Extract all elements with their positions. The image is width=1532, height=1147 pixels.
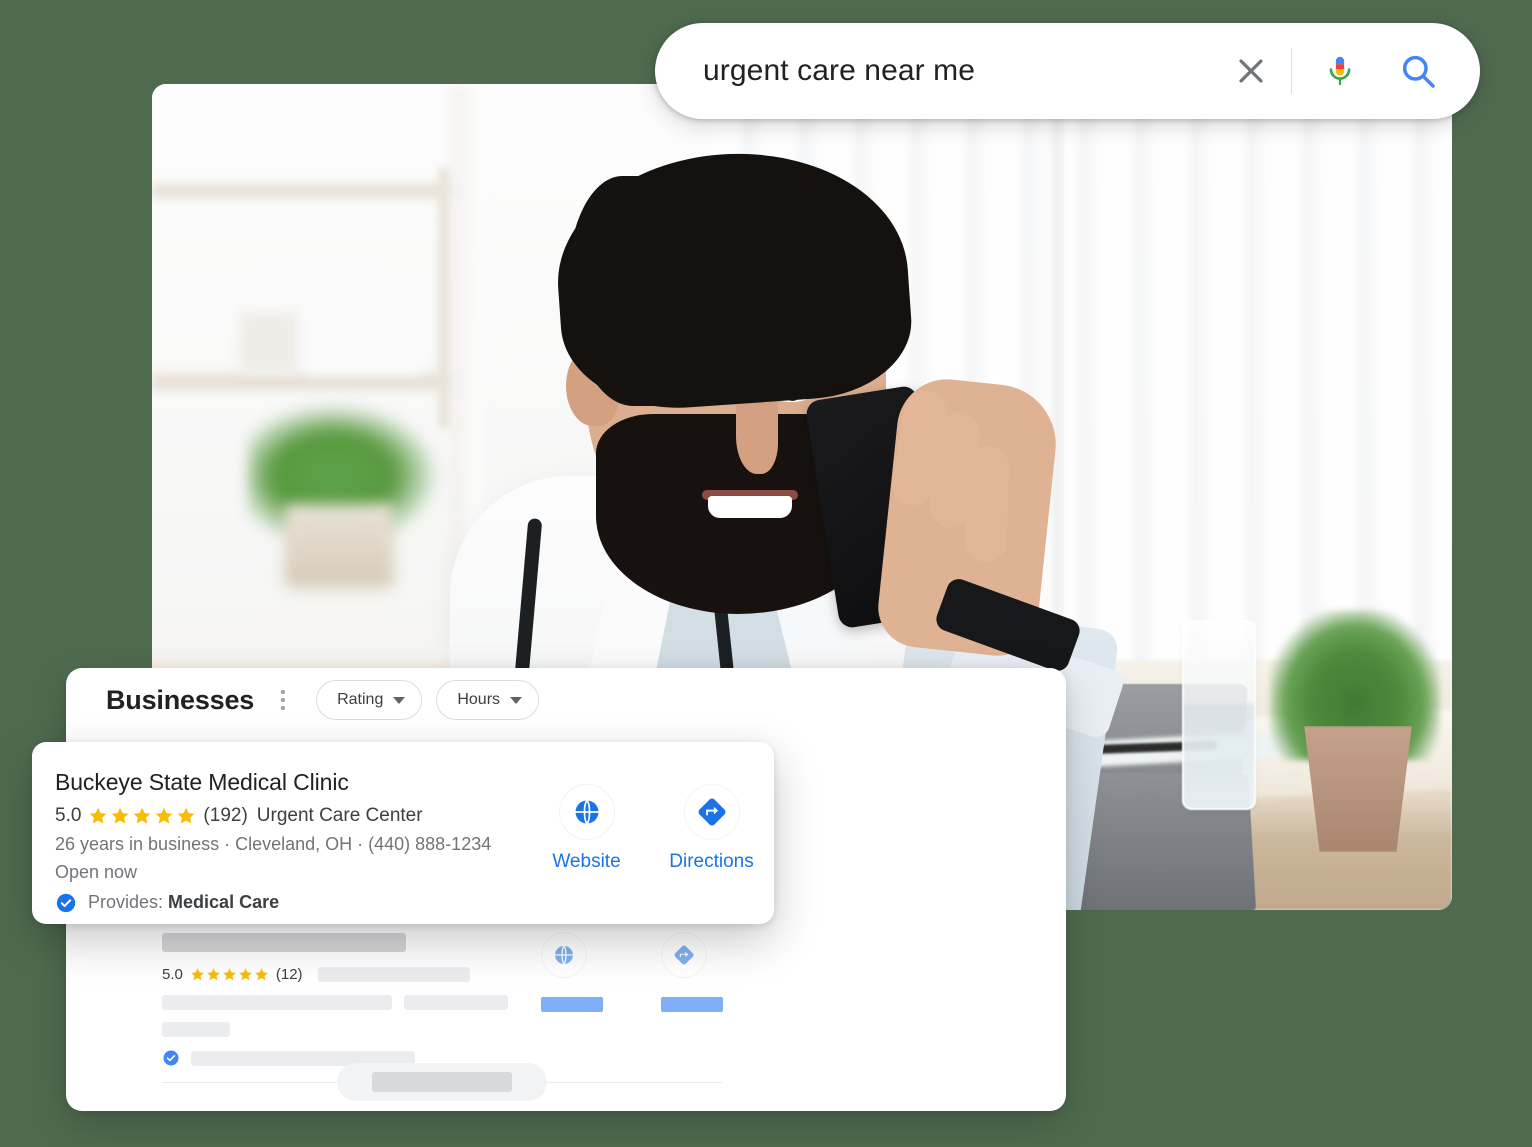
globe-icon: [558, 784, 615, 840]
star-rating: [88, 806, 196, 826]
filter-chip-rating[interactable]: Rating: [316, 680, 423, 720]
verified-check-icon: [56, 893, 76, 912]
close-x-icon: [1239, 59, 1263, 83]
placeholder-bar: [661, 997, 723, 1012]
shelf-plant-pot: [284, 504, 394, 588]
star-icon: [207, 968, 220, 981]
placeholder-bar: [162, 995, 392, 1010]
panel-header: Businesses Rating Hours: [66, 668, 1066, 732]
rating-value: 5.0: [55, 804, 82, 826]
globe-icon: [541, 932, 587, 978]
chevron-down-icon: [510, 696, 523, 704]
clear-search-button[interactable]: [1225, 45, 1277, 97]
website-label: Website: [552, 851, 621, 872]
provides-prefix: Provides:: [88, 892, 169, 913]
star-icon: [134, 807, 151, 824]
star-rating: [190, 967, 269, 982]
google-microphone-icon: [1329, 56, 1351, 85]
teeth: [708, 496, 792, 518]
finger: [963, 445, 1011, 563]
business-actions: Website Directions: [524, 784, 774, 873]
search-submit-button[interactable]: [1390, 43, 1446, 99]
nose: [736, 398, 778, 474]
toolbar-divider: [1291, 48, 1292, 94]
page-title: Businesses: [106, 684, 255, 715]
review-count: (12): [275, 966, 303, 983]
review-count: (192): [203, 804, 248, 826]
placeholder-bar: [162, 1022, 230, 1037]
directions-arrow-icon: [683, 784, 740, 840]
star-icon: [112, 807, 129, 824]
chevron-down-icon: [393, 696, 406, 704]
star-icon: [255, 968, 268, 981]
filter-chip-rating-label: Rating: [337, 691, 384, 708]
window-frame: [1052, 84, 1062, 624]
shelf-jar: [240, 312, 298, 374]
business-detail-card[interactable]: Buckeye State Medical Clinic 5.0 (192) U…: [32, 742, 774, 924]
show-more-button[interactable]: [337, 1063, 547, 1101]
directions-button[interactable]: [661, 932, 723, 1012]
placeholder-bar: [404, 995, 508, 1010]
placeholder-bar: [317, 967, 470, 982]
star-icon: [191, 968, 204, 981]
star-icon: [90, 807, 107, 824]
search-magnifier-icon: [1402, 55, 1435, 88]
business-provides: Provides: Medical Care: [55, 892, 774, 914]
star-icon: [239, 968, 252, 981]
placeholder-bar: [541, 997, 603, 1012]
filter-chip-hours-label: Hours: [457, 691, 501, 708]
page-root: Businesses Rating Hours 5.0: [0, 0, 1532, 1147]
business-category: Urgent Care Center: [256, 804, 423, 826]
directions-button[interactable]: Directions: [649, 784, 774, 873]
divider: [162, 1081, 337, 1083]
provides-text: Provides: Medical Care: [88, 892, 279, 913]
listing-actions: [541, 932, 723, 1012]
directions-arrow-icon: [661, 932, 707, 978]
water-glass: [1182, 620, 1256, 810]
provides-value: Medical Care: [168, 892, 280, 913]
search-bar[interactable]: [655, 23, 1480, 119]
show-more-row: [162, 1063, 722, 1101]
star-icon: [156, 807, 173, 824]
placeholder-bar: [372, 1072, 512, 1092]
divider: [547, 1081, 722, 1083]
directions-label: Directions: [669, 851, 754, 872]
placeholder-bar: [162, 933, 406, 952]
voice-search-button[interactable]: [1312, 43, 1368, 99]
filter-chip-hours[interactable]: Hours: [436, 680, 540, 720]
star-icon: [178, 807, 195, 824]
rating-value: 5.0: [162, 966, 183, 983]
website-button[interactable]: Website: [524, 784, 649, 873]
more-vertical-icon[interactable]: [268, 685, 298, 715]
website-button[interactable]: [541, 932, 603, 1012]
search-input[interactable]: [701, 53, 1225, 89]
star-icon: [223, 968, 236, 981]
